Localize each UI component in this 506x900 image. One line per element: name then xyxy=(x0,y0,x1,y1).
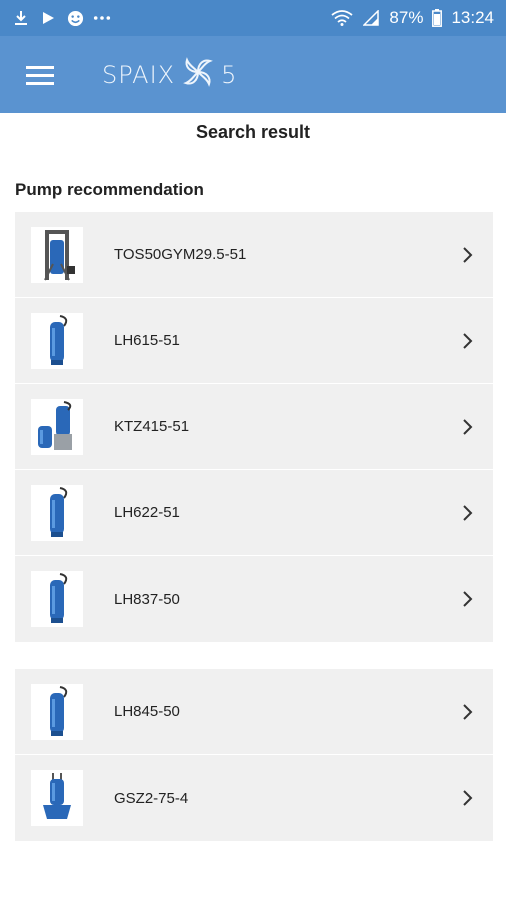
battery-percentage: 87% xyxy=(389,8,424,27)
chevron-right-icon xyxy=(463,504,473,521)
pump-model-name: LH837-50 xyxy=(114,590,180,608)
logo-version: 5 xyxy=(221,60,238,89)
pump-result-item[interactable]: TOS50GYM29.5-51 xyxy=(15,212,493,298)
pump-result-item[interactable]: LH615-51 xyxy=(15,298,493,384)
pump-tall-image xyxy=(31,312,83,369)
logo-swirl-icon xyxy=(181,55,215,94)
clock-time: 13:24 xyxy=(451,8,494,27)
chevron-right-icon xyxy=(463,246,473,263)
pump-model-name: LH615-51 xyxy=(114,332,180,349)
pump-wide-base-image xyxy=(31,770,83,826)
pump-result-list: TOS50GYM29.5-51 LH615-51 KTZ415-51 LH622… xyxy=(15,212,493,642)
app-bar: SPAIX 5 xyxy=(0,36,506,113)
pump-frame-image xyxy=(31,226,83,283)
pump-result-item[interactable]: KTZ415-51 xyxy=(15,384,493,470)
pump-model-name: GSZ2-75-4 xyxy=(114,789,189,807)
pump-model-name: LH845-50 xyxy=(114,703,180,720)
hamburger-menu-button[interactable] xyxy=(12,47,68,103)
play-store-icon xyxy=(39,9,57,27)
pump-result-item[interactable]: LH622-51 xyxy=(15,470,493,556)
download-icon xyxy=(12,9,30,27)
pump-tall-image xyxy=(31,571,83,627)
chevron-right-icon xyxy=(463,332,473,349)
pump-model-name: TOS50GYM29.5-51 xyxy=(114,246,247,263)
pump-result-list-secondary: LH845-50 GSZ2-75-4 xyxy=(15,669,493,841)
wifi-icon xyxy=(331,9,353,27)
pump-model-name: LH622-51 xyxy=(114,504,180,521)
status-right: 87% 13:24 xyxy=(331,8,494,28)
pump-tall-image xyxy=(31,683,83,740)
section-title: Pump recommendation xyxy=(15,180,204,199)
pump-result-item[interactable]: LH845-50 xyxy=(15,669,493,755)
signal-icon xyxy=(362,9,380,27)
chevron-right-icon xyxy=(463,418,473,435)
pump-result-item[interactable]: GSZ2-75-4 xyxy=(15,755,493,841)
emoji-icon xyxy=(66,9,84,27)
app-logo: SPAIX 5 xyxy=(102,55,237,94)
more-dots-icon xyxy=(93,9,111,27)
chevron-right-icon xyxy=(463,591,473,607)
chevron-right-icon xyxy=(463,790,473,806)
hamburger-menu-icon xyxy=(26,65,54,85)
status-left xyxy=(12,9,111,27)
chevron-right-icon xyxy=(463,703,473,720)
pump-pair-image xyxy=(31,398,83,455)
status-bar: 87% 13:24 xyxy=(0,0,506,36)
logo-text: SPAIX xyxy=(102,60,176,89)
pump-model-name: KTZ415-51 xyxy=(114,418,190,435)
battery-icon xyxy=(432,9,443,27)
page-title: Search result xyxy=(195,122,311,142)
pump-result-item[interactable]: LH837-50 xyxy=(15,556,493,642)
pump-tall-image xyxy=(31,484,83,541)
